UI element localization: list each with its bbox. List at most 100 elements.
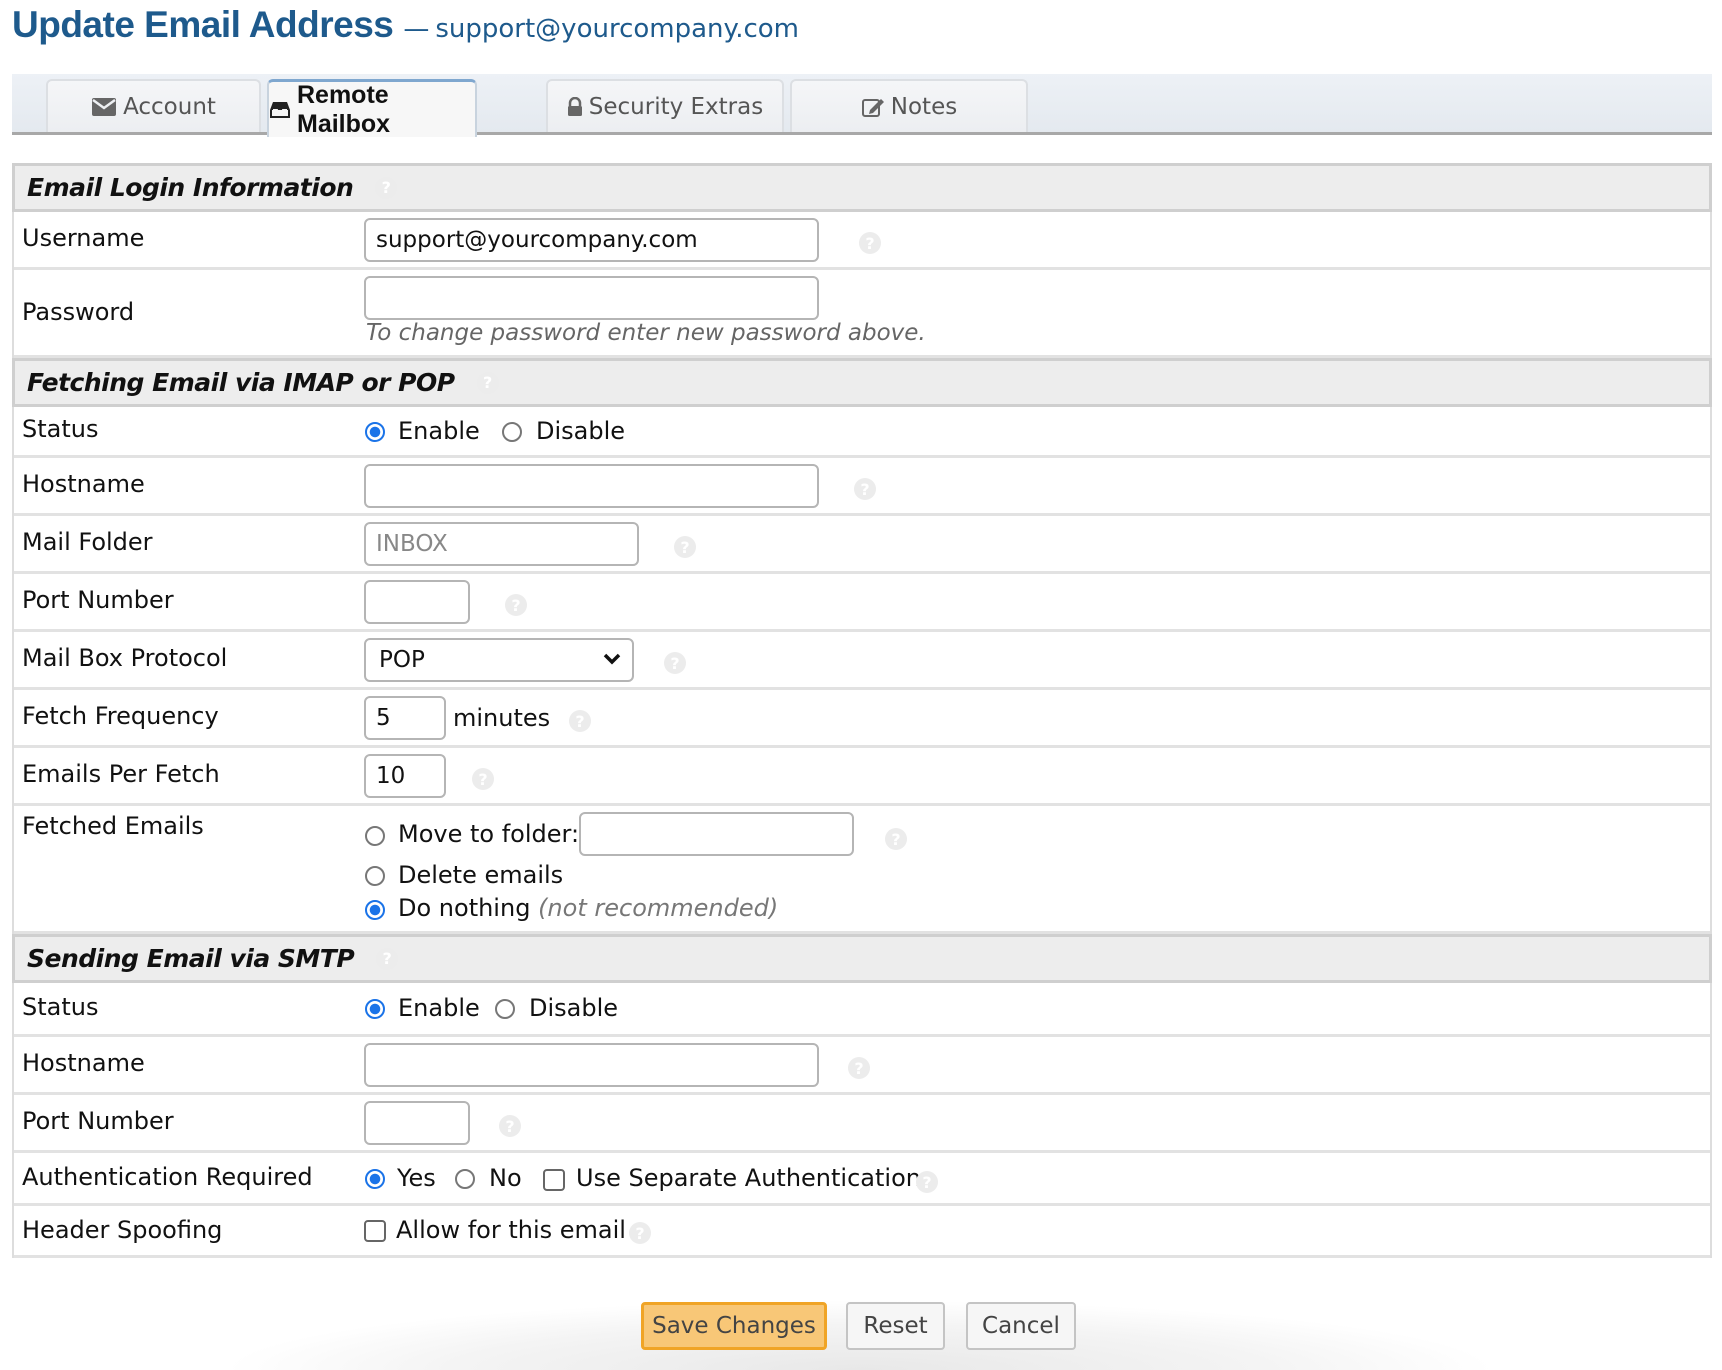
smtp-status-label: Status bbox=[22, 993, 99, 1021]
help-icon[interactable]: ? bbox=[854, 478, 876, 500]
row-fetched-emails: Fetched Emails Move to folder: ? Delete … bbox=[14, 806, 1710, 934]
smtp-status-enable-radio[interactable] bbox=[365, 999, 385, 1019]
smtp-port-label: Port Number bbox=[22, 1107, 174, 1135]
edit-icon bbox=[861, 96, 885, 118]
page-title: Update Email Address — support@yourcompany… bbox=[12, 4, 799, 46]
smtp-status-enable-label[interactable]: Enable bbox=[398, 994, 480, 1022]
section-sending: Sending Email via SMTP ? bbox=[12, 934, 1712, 983]
section-heading: Email Login Information bbox=[27, 173, 354, 202]
row-username: Username support@yourcompany.com ? bbox=[14, 212, 1710, 270]
row-fetch-status: Status Enable Disable bbox=[14, 407, 1710, 458]
separate-auth-checkbox[interactable] bbox=[543, 1169, 565, 1191]
help-icon[interactable]: ? bbox=[629, 1222, 651, 1244]
chevron-down-icon bbox=[602, 649, 622, 675]
fetched-move-radio[interactable] bbox=[365, 826, 385, 846]
help-icon[interactable]: ? bbox=[916, 1171, 938, 1193]
fetched-move-label[interactable]: Move to folder: bbox=[398, 820, 579, 848]
row-smtp-hostname: Hostname ? bbox=[14, 1037, 1710, 1095]
allow-spoofing-label[interactable]: Allow for this email bbox=[396, 1216, 626, 1244]
fetch-status-disable-label[interactable]: Disable bbox=[536, 417, 625, 445]
help-icon[interactable]: ? bbox=[848, 1057, 870, 1079]
fetch-frequency-label: Fetch Frequency bbox=[22, 702, 219, 730]
row-header-spoofing: Header Spoofing Allow for this email ? bbox=[14, 1206, 1710, 1258]
protocol-select[interactable]: POP bbox=[364, 638, 634, 682]
tab-account[interactable]: Account bbox=[46, 79, 261, 132]
section-email-login: Email Login Information ? bbox=[12, 163, 1712, 212]
fetched-nothing-radio[interactable] bbox=[365, 900, 385, 920]
fetch-status-enable-radio[interactable] bbox=[365, 422, 385, 442]
row-smtp-status: Status Enable Disable bbox=[14, 983, 1710, 1037]
fetched-delete-radio[interactable] bbox=[365, 866, 385, 886]
row-mail-folder: Mail Folder INBOX ? bbox=[14, 516, 1710, 574]
row-authentication: Authentication Required Yes No Use Separ… bbox=[14, 1153, 1710, 1206]
fetch-hostname-input[interactable] bbox=[364, 464, 819, 508]
tab-security-extras[interactable]: Security Extras bbox=[546, 79, 784, 132]
fetch-status-enable-label[interactable]: Enable bbox=[398, 417, 480, 445]
fetch-status-disable-radio[interactable] bbox=[502, 422, 522, 442]
separate-auth-label[interactable]: Use Separate Authentication bbox=[576, 1164, 921, 1192]
fetch-hostname-label: Hostname bbox=[22, 470, 145, 498]
page-title-text: Update Email Address bbox=[12, 4, 394, 45]
reset-button[interactable]: Reset bbox=[846, 1302, 945, 1350]
smtp-hostname-input[interactable] bbox=[364, 1043, 819, 1087]
smtp-port-input[interactable] bbox=[364, 1101, 470, 1145]
frequency-unit: minutes bbox=[453, 704, 551, 732]
fetch-port-input[interactable] bbox=[364, 580, 470, 624]
password-hint: To change password enter new password ab… bbox=[366, 320, 926, 346]
section-fetching: Fetching Email via IMAP or POP ? bbox=[12, 358, 1712, 407]
move-folder-input[interactable] bbox=[579, 812, 854, 856]
auth-yes-label[interactable]: Yes bbox=[397, 1164, 436, 1192]
title-separator: — bbox=[403, 14, 430, 44]
fetch-frequency-input[interactable]: 5 bbox=[364, 696, 446, 740]
smtp-status-disable-label[interactable]: Disable bbox=[529, 994, 618, 1022]
password-input[interactable] bbox=[364, 276, 819, 320]
smtp-status-disable-radio[interactable] bbox=[495, 999, 515, 1019]
auth-no-radio[interactable] bbox=[455, 1169, 475, 1189]
tab-label: Account bbox=[123, 93, 216, 120]
save-changes-button[interactable]: Save Changes bbox=[641, 1302, 827, 1350]
username-input[interactable]: support@yourcompany.com bbox=[364, 218, 819, 262]
inbox-icon bbox=[269, 101, 291, 119]
mail-folder-input[interactable]: INBOX bbox=[364, 522, 639, 566]
password-label: Password bbox=[22, 298, 135, 326]
help-icon[interactable]: ? bbox=[472, 768, 494, 790]
help-icon[interactable]: ? bbox=[664, 652, 686, 674]
row-fetch-frequency: Fetch Frequency 5 minutes ? bbox=[14, 690, 1710, 748]
tab-label: Notes bbox=[890, 93, 958, 120]
protocol-selected-value: POP bbox=[379, 647, 425, 673]
page-subtitle-email: support@yourcompany.com bbox=[435, 14, 799, 44]
header-spoofing-label: Header Spoofing bbox=[22, 1216, 223, 1244]
row-fetch-hostname: Hostname ? bbox=[14, 458, 1710, 516]
auth-no-label[interactable]: No bbox=[489, 1164, 522, 1192]
fetched-delete-label[interactable]: Delete emails bbox=[398, 861, 563, 889]
fetch-port-label: Port Number bbox=[22, 586, 174, 614]
help-icon[interactable]: ? bbox=[885, 828, 907, 850]
row-smtp-port: Port Number ? bbox=[14, 1095, 1710, 1153]
envelope-icon bbox=[91, 97, 117, 117]
emails-per-fetch-input[interactable]: 10 bbox=[364, 754, 446, 798]
help-icon[interactable]: ? bbox=[569, 710, 591, 732]
help-icon[interactable]: ? bbox=[375, 176, 398, 199]
help-icon[interactable]: ? bbox=[505, 594, 527, 616]
row-emails-per-fetch: Emails Per Fetch 10 ? bbox=[14, 748, 1710, 806]
tab-label: Remote Mailbox bbox=[297, 80, 391, 138]
emails-per-fetch-label: Emails Per Fetch bbox=[22, 760, 220, 788]
allow-spoofing-checkbox[interactable] bbox=[364, 1220, 386, 1242]
auth-yes-radio[interactable] bbox=[365, 1169, 385, 1189]
cancel-button[interactable]: Cancel bbox=[966, 1302, 1076, 1350]
help-icon[interactable]: ? bbox=[476, 371, 499, 394]
help-icon[interactable]: ? bbox=[376, 947, 399, 970]
help-icon[interactable]: ? bbox=[859, 232, 881, 254]
help-icon[interactable]: ? bbox=[674, 536, 696, 558]
row-fetch-port: Port Number ? bbox=[14, 574, 1710, 632]
mail-folder-label: Mail Folder bbox=[22, 528, 153, 556]
fetched-nothing-label[interactable]: Do nothing (not recommended) bbox=[398, 894, 778, 922]
tab-notes[interactable]: Notes bbox=[790, 79, 1028, 132]
smtp-hostname-label: Hostname bbox=[22, 1049, 145, 1077]
not-recommended-note: (not recommended) bbox=[538, 894, 779, 922]
fetched-nothing-text: Do nothing bbox=[398, 894, 531, 922]
tab-bar: Account Remote Mailbox Security Extras N… bbox=[12, 74, 1712, 138]
auth-required-label: Authentication Required bbox=[22, 1163, 313, 1191]
help-icon[interactable]: ? bbox=[499, 1115, 521, 1137]
tab-remote-mailbox[interactable]: Remote Mailbox bbox=[267, 79, 477, 138]
